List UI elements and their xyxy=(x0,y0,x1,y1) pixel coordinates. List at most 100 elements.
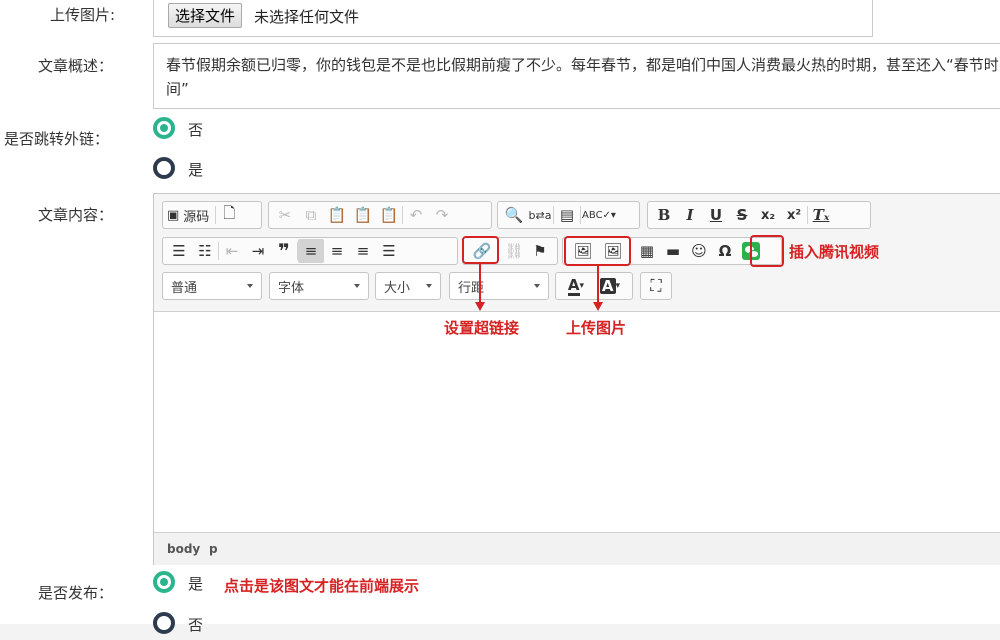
choose-file-button[interactable]: 选择文件 xyxy=(168,3,243,28)
toolbar-group-editing: 🔍 b⇄a ▤ ABC✓▾ xyxy=(497,201,640,229)
strikethrough-icon: S xyxy=(736,206,748,224)
bulleted-list-icon: ☷ xyxy=(198,242,212,260)
numbered-list-button[interactable]: ☰ xyxy=(166,239,192,263)
publish-yes-radio[interactable] xyxy=(153,571,175,593)
replace-icon: b⇄a xyxy=(528,208,552,222)
font-combo-label: 字体 xyxy=(278,280,305,296)
paste-text-button[interactable]: 📋 xyxy=(350,203,376,227)
redirect-no-radio[interactable] xyxy=(153,117,175,139)
anchor-button[interactable]: ⚑ xyxy=(527,239,553,263)
video-annotation: 插入腾讯视频 xyxy=(789,243,880,261)
smiley-icon: ☺ xyxy=(691,242,707,260)
indent-button[interactable]: ⇥ xyxy=(245,239,271,263)
upload-label: 上传图片: xyxy=(50,6,116,24)
redo-icon: ↷ xyxy=(435,206,449,224)
align-center-button[interactable]: ≡ xyxy=(324,239,350,263)
text-color-button[interactable]: A ▾ xyxy=(559,274,593,298)
remove-format-button[interactable]: Tₓ xyxy=(808,203,834,227)
redirect-yes-label: 是 xyxy=(188,161,204,179)
line-height-combo[interactable]: 行距 xyxy=(449,272,549,300)
superscript-button[interactable]: x² xyxy=(781,203,807,227)
new-page-icon: 🗋 xyxy=(223,203,236,222)
toolbar-group-paragraph: ☰ ☷ ⇤ ⇥ ❞ ≡ ≡ ≡ ☰ xyxy=(162,237,458,265)
outdent-icon: ⇤ xyxy=(225,242,239,260)
subscript-button[interactable]: x₂ xyxy=(755,203,781,227)
italic-button[interactable]: I xyxy=(677,203,703,227)
link-annotation: 设置超链接 xyxy=(444,319,520,337)
unlink-button[interactable]: ⛓ xyxy=(501,239,527,263)
bulleted-list-button[interactable]: ☷ xyxy=(192,239,218,263)
image-arrow-head xyxy=(593,302,603,311)
search-icon: 🔍 xyxy=(504,206,524,224)
footer-strip xyxy=(0,624,1000,640)
special-char-button[interactable]: Ω xyxy=(712,239,738,263)
select-all-button[interactable]: ▤ xyxy=(554,203,580,227)
table-button[interactable]: ▦ xyxy=(634,239,660,263)
publish-annotation: 点击是该图文才能在前端展示 xyxy=(224,577,420,595)
editor-body[interactable] xyxy=(154,312,1000,531)
justify-button[interactable]: ☰ xyxy=(376,239,402,263)
paste-icon: 📋 xyxy=(327,206,347,224)
chevron-down-icon xyxy=(426,284,432,288)
copy-icon: ⧉ xyxy=(305,206,317,224)
smiley-button[interactable]: ☺ xyxy=(686,239,712,263)
font-combo[interactable]: 字体 xyxy=(269,272,369,300)
redirect-no-label: 否 xyxy=(188,121,204,139)
new-page-button[interactable]: 🗋 xyxy=(216,203,242,227)
flag-icon: ⚑ xyxy=(533,242,547,260)
cut-button[interactable]: ✂ xyxy=(272,203,298,227)
paste-button[interactable]: 📋 xyxy=(324,203,350,227)
link-arrow-head xyxy=(475,302,485,311)
status-path-p[interactable]: p xyxy=(209,542,218,556)
align-right-button[interactable]: ≡ xyxy=(350,239,376,263)
undo-icon: ↶ xyxy=(409,206,423,224)
subscript-icon: x₂ xyxy=(760,207,776,223)
image-annotation: 上传图片 xyxy=(566,319,627,337)
paste-word-button[interactable]: 📋 xyxy=(376,203,402,227)
toolbar-group-colors: A ▾ A ▾ xyxy=(555,272,633,300)
status-path-body[interactable]: body xyxy=(167,542,200,556)
bg-color-icon: A xyxy=(599,277,616,295)
source-button[interactable]: ▣ 源码 xyxy=(167,206,215,225)
text-color-icon: A xyxy=(567,275,580,296)
paste-word-icon: 📋 xyxy=(379,206,399,224)
replace-button[interactable]: b⇄a xyxy=(527,203,553,227)
link-arrow-line xyxy=(479,264,481,304)
maximize-icon: ⛶ xyxy=(650,276,662,295)
toolbar-group-clipboard: ✂ ⧉ 📋 📋 📋 ↶ ↷ xyxy=(268,201,492,229)
editor-statusbar xyxy=(154,532,1000,565)
format-combo[interactable]: 普通 xyxy=(162,272,262,300)
horizontal-rule-icon: ▬ xyxy=(665,242,681,260)
indent-icon: ⇥ xyxy=(251,242,265,260)
chevron-down-icon xyxy=(534,284,540,288)
summary-text: 春节假期余额已归零，你的钱包是不是也比假期前瘦了不少。每年春节，都是咱们中国人消… xyxy=(166,56,999,98)
paste-text-icon: 📋 xyxy=(353,206,373,224)
blockquote-button[interactable]: ❞ xyxy=(271,239,297,263)
publish-no-radio[interactable] xyxy=(153,612,175,634)
cut-icon: ✂ xyxy=(278,206,292,224)
find-button[interactable]: 🔍 xyxy=(501,203,527,227)
maximize-button[interactable]: ⛶ xyxy=(640,272,672,300)
align-left-button[interactable]: ≡ xyxy=(298,239,324,263)
bold-button[interactable]: B xyxy=(651,203,677,227)
video-highlight xyxy=(750,235,784,267)
link-highlight xyxy=(462,236,499,264)
remove-format-icon: Tₓ xyxy=(812,206,830,224)
blockquote-icon: ❞ xyxy=(278,239,290,263)
numbered-list-icon: ☰ xyxy=(172,242,186,260)
undo-button[interactable]: ↶ xyxy=(403,203,429,227)
size-combo[interactable]: 大小 xyxy=(375,272,441,300)
publish-no-label: 否 xyxy=(188,616,204,634)
copy-button[interactable]: ⧉ xyxy=(298,203,324,227)
redirect-yes-radio[interactable] xyxy=(153,157,175,179)
redirect-label: 是否跳转外链： xyxy=(4,130,110,148)
italic-icon: I xyxy=(686,206,694,224)
redo-button[interactable]: ↷ xyxy=(429,203,455,227)
horizontal-rule-button[interactable]: ▬ xyxy=(660,239,686,263)
strike-button[interactable]: S xyxy=(729,203,755,227)
underline-button[interactable]: U xyxy=(703,203,729,227)
outdent-button[interactable]: ⇤ xyxy=(219,239,245,263)
select-all-icon: ▤ xyxy=(559,206,575,224)
spellcheck-button[interactable]: ABC✓▾ xyxy=(581,203,617,227)
image-highlight xyxy=(564,236,631,266)
